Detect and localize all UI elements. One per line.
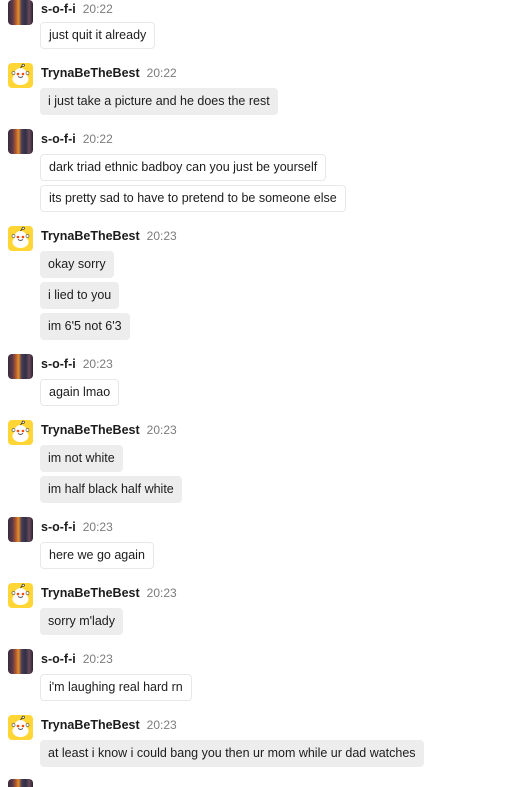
- message-bubble[interactable]: im not white: [40, 445, 123, 472]
- message-header: TrynaBeTheBest 20:23: [41, 423, 177, 443]
- timestamp: 20:23: [146, 423, 177, 437]
- username[interactable]: s-o-f-i: [41, 652, 76, 666]
- timestamp: 20:23: [146, 229, 177, 243]
- reddit-snoo-avatar-icon[interactable]: [8, 420, 33, 445]
- username[interactable]: TrynaBeTheBest: [41, 718, 140, 732]
- username[interactable]: TrynaBeTheBest: [41, 586, 140, 600]
- message-bubble[interactable]: its pretty sad to have to pretend to be …: [40, 185, 346, 212]
- reddit-snoo-avatar-icon[interactable]: [8, 715, 33, 740]
- user-avatar-icon[interactable]: [8, 129, 33, 154]
- username[interactable]: s-o-f-i: [41, 520, 76, 534]
- message-bubble[interactable]: at least i know i could bang you then ur…: [40, 740, 424, 767]
- user-avatar-icon[interactable]: [8, 0, 33, 25]
- message-bubble[interactable]: i'm laughing real hard rn: [40, 674, 192, 701]
- timestamp: 20:22: [82, 2, 113, 16]
- message-bubble[interactable]: dark triad ethnic badboy can you just be…: [40, 154, 327, 181]
- reddit-snoo-avatar-icon[interactable]: [8, 583, 33, 608]
- message-header: s-o-f-i 20:23: [41, 520, 113, 540]
- message-bubble[interactable]: here we go again: [40, 542, 154, 569]
- message-header: s-o-f-i 20:23: [41, 357, 113, 377]
- message-bubble[interactable]: okay sorry: [40, 251, 114, 278]
- username[interactable]: TrynaBeTheBest: [41, 229, 140, 243]
- message-header: TrynaBeTheBest 20:22: [41, 66, 177, 86]
- username[interactable]: s-o-f-i: [41, 2, 76, 16]
- user-avatar-icon[interactable]: [8, 517, 33, 542]
- chat-message-list: s-o-f-i 20:22 just quit it already Tryna…: [0, 0, 525, 787]
- username[interactable]: TrynaBeTheBest: [41, 423, 140, 437]
- timestamp: 20:23: [82, 357, 113, 371]
- message-bubble[interactable]: im 6'5 not 6'3: [40, 313, 130, 340]
- message-header: TrynaBeTheBest 20:23: [41, 586, 177, 606]
- message-bubble[interactable]: im half black half white: [40, 476, 182, 503]
- username[interactable]: s-o-f-i: [41, 357, 76, 371]
- username[interactable]: TrynaBeTheBest: [41, 66, 140, 80]
- timestamp: 20:22: [146, 66, 177, 80]
- message-bubble[interactable]: again lmao: [40, 379, 120, 406]
- message-header: TrynaBeTheBest 20:23: [41, 718, 177, 738]
- reddit-snoo-avatar-icon[interactable]: [8, 63, 33, 88]
- message-bubble[interactable]: i lied to you: [40, 282, 120, 309]
- reddit-snoo-avatar-icon[interactable]: [8, 226, 33, 251]
- message-header: s-o-f-i 20:22: [41, 2, 113, 22]
- user-avatar-icon[interactable]: [8, 779, 33, 787]
- message-bubble[interactable]: just quit it already: [40, 22, 156, 49]
- message-header: TrynaBeTheBest 20:23: [41, 229, 177, 249]
- message-header: s-o-f-i 20:23: [41, 652, 113, 672]
- timestamp: 20:23: [146, 718, 177, 732]
- message-bubble[interactable]: i just take a picture and he does the re…: [40, 88, 278, 115]
- timestamp: 20:23: [82, 520, 113, 534]
- user-avatar-icon[interactable]: [8, 354, 33, 379]
- message-bubble[interactable]: sorry m'lady: [40, 608, 123, 635]
- username[interactable]: s-o-f-i: [41, 132, 76, 146]
- user-avatar-icon[interactable]: [8, 649, 33, 674]
- message-header: s-o-f-i 20:22: [41, 132, 113, 152]
- timestamp: 20:22: [82, 132, 113, 146]
- timestamp: 20:23: [82, 652, 113, 666]
- timestamp: 20:23: [146, 586, 177, 600]
